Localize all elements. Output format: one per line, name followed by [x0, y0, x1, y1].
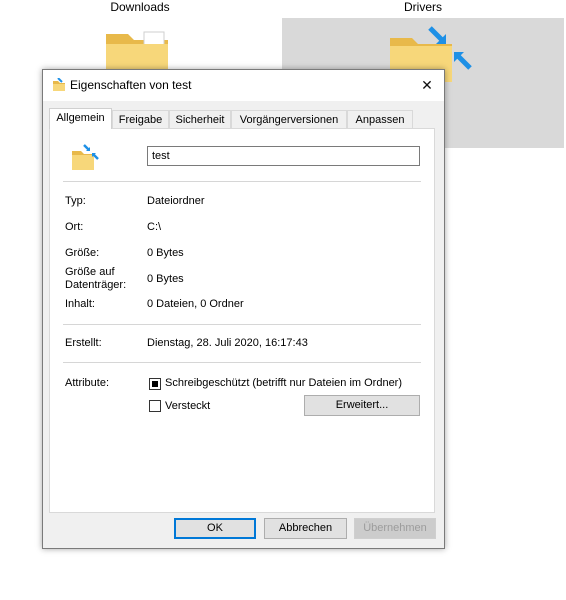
tab-vorgaengerversionen[interactable]: Vorgängerversionen	[231, 110, 347, 128]
contents-value: 0 Dateien, 0 Ordner	[147, 298, 244, 310]
separator	[63, 181, 421, 182]
readonly-checkbox[interactable]	[149, 378, 161, 390]
hidden-checkbox[interactable]	[149, 400, 161, 412]
size-on-disk-label: Größe auf Datenträger:	[65, 266, 127, 291]
tab-anpassen[interactable]: Anpassen	[347, 110, 413, 128]
compressed-folder-icon	[72, 144, 99, 170]
separator	[63, 362, 421, 363]
close-button[interactable]: ✕	[410, 70, 444, 101]
created-label: Erstellt:	[65, 337, 102, 349]
close-icon: ✕	[421, 77, 433, 93]
size-label: Größe:	[65, 247, 100, 259]
hidden-checkbox-label[interactable]: Versteckt	[165, 400, 210, 412]
general-tab-panel: Typ: Dateiordner Ort: C:\ Größe: 0 Bytes…	[49, 128, 435, 513]
type-label: Typ:	[65, 195, 86, 207]
cancel-button[interactable]: Abbrechen	[264, 518, 347, 539]
attributes-label: Attribute:	[65, 377, 110, 389]
location-value: C:\	[147, 221, 162, 233]
tab-allgemein[interactable]: Allgemein	[49, 108, 112, 129]
separator	[63, 324, 421, 325]
folder-tile-label: Drivers	[404, 0, 442, 14]
folder-tile-label: Downloads	[110, 0, 170, 14]
size-on-disk-value: 0 Bytes	[147, 273, 184, 285]
tab-sicherheit[interactable]: Sicherheit	[169, 110, 231, 128]
location-label: Ort:	[65, 221, 84, 233]
readonly-checkbox-label[interactable]: Schreibgeschützt (betrifft nur Dateien i…	[165, 377, 402, 389]
type-value: Dateiordner	[147, 195, 205, 207]
name-field[interactable]	[147, 146, 420, 166]
title-bar[interactable]: Eigenschaften von test ✕	[43, 70, 444, 101]
apply-button[interactable]: Übernehmen	[354, 518, 436, 539]
ok-button[interactable]: OK	[174, 518, 256, 539]
advanced-button[interactable]: Erweitert...	[304, 395, 420, 416]
created-value: Dienstag, 28. Juli 2020, 16:17:43	[147, 337, 308, 349]
dialog-title: Eigenschaften von test	[70, 78, 192, 92]
contents-label: Inhalt:	[65, 298, 95, 310]
folder-icon	[53, 78, 65, 91]
tab-freigabe[interactable]: Freigabe	[112, 110, 169, 128]
properties-dialog: Eigenschaften von test ✕ Allgemein Freig…	[42, 69, 445, 549]
size-value: 0 Bytes	[147, 247, 184, 259]
